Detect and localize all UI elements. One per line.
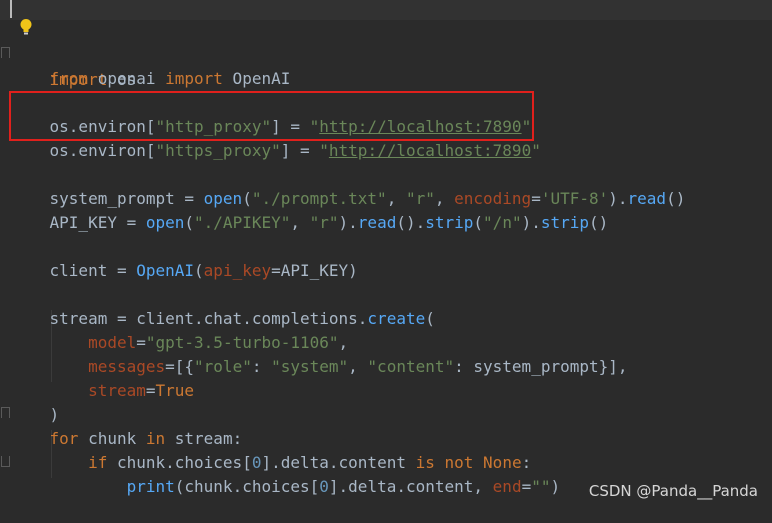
token-method: strip xyxy=(425,213,474,232)
token-plain: ). xyxy=(608,189,628,208)
code-line-17[interactable]: ) xyxy=(11,379,60,424)
token-url-link[interactable]: http://localhost:7890 xyxy=(329,141,531,160)
token-builtin: open xyxy=(145,213,185,232)
token-plain: : system_prompt}], xyxy=(454,357,628,376)
token-plain: ( xyxy=(184,213,195,232)
token-method: create xyxy=(367,309,426,328)
text-caret xyxy=(10,0,12,18)
token-string: " xyxy=(531,141,541,160)
token-plain: = xyxy=(145,381,156,400)
fold-marker[interactable] xyxy=(1,407,10,418)
token-builtin: print xyxy=(126,477,175,496)
code-line-1[interactable]: import os xyxy=(0,0,772,89)
token-parameter: api_key xyxy=(203,261,272,280)
token-plain: , xyxy=(348,357,368,376)
token-parameter: end xyxy=(492,477,522,496)
lightbulb-icon[interactable] xyxy=(19,18,33,36)
token-plain: ( xyxy=(473,213,484,232)
token-string: " xyxy=(319,141,329,160)
token-plain: os.environ[ xyxy=(49,141,156,160)
token-string: "role" xyxy=(194,357,252,376)
token-plain: =API_KEY) xyxy=(271,261,358,280)
token-plain: (chunk.choices[ xyxy=(174,477,320,496)
token-plain: ].delta.content, xyxy=(328,477,493,496)
token-method: read xyxy=(357,213,397,232)
token-keyword: True xyxy=(155,381,195,400)
token-module: openai xyxy=(88,69,166,88)
code-line-16[interactable]: stream=True xyxy=(11,355,194,400)
token-plain: ). xyxy=(521,213,541,232)
token-string: "content" xyxy=(367,357,455,376)
token-method: strip xyxy=(540,213,590,232)
token-string: "" xyxy=(531,477,551,496)
token-string: "r" xyxy=(309,213,339,232)
code-line-3[interactable]: from openai import OpenAI xyxy=(11,43,291,88)
token-plain: API_KEY = xyxy=(49,213,146,232)
code-line-20[interactable]: print(chunk.choices[0].delta.content, en… xyxy=(11,451,561,496)
code-line-18[interactable]: for chunk in stream: xyxy=(11,403,243,448)
token-keyword: from xyxy=(49,69,89,88)
code-line-19[interactable]: if chunk.choices[0].delta.content is not… xyxy=(11,427,531,472)
code-line-8[interactable]: system_prompt = open("./prompt.txt", "r"… xyxy=(11,163,686,208)
annotation-highlight-box xyxy=(9,91,534,141)
fold-marker[interactable] xyxy=(1,456,10,467)
token-plain: ] = xyxy=(280,141,320,160)
token-string: "system" xyxy=(271,357,349,376)
token-method: read xyxy=(627,189,667,208)
token-plain: = xyxy=(521,477,532,496)
token-class: OpenAI xyxy=(222,69,291,88)
token-plain: client = xyxy=(49,261,137,280)
code-line-11[interactable]: client = OpenAI(api_key=API_KEY) xyxy=(11,235,358,280)
code-editor[interactable]: import os from openai import OpenAI os.e… xyxy=(0,0,772,512)
code-line-15[interactable]: messages=[{"role": "system", "content": … xyxy=(11,331,627,376)
token-keyword: import xyxy=(165,69,223,88)
current-line-highlight xyxy=(0,0,772,20)
token-plain: (). xyxy=(396,213,426,232)
token-plain: , xyxy=(290,213,310,232)
token-string: "./APIKEY" xyxy=(194,213,291,232)
code-line-9[interactable]: API_KEY = open("./APIKEY", "r").read().s… xyxy=(11,187,609,232)
token-plain: ). xyxy=(338,213,358,232)
token-plain: ) xyxy=(550,477,561,496)
token-plain: () xyxy=(666,189,686,208)
token-plain: () xyxy=(589,213,609,232)
token-plain: ( xyxy=(194,261,204,280)
token-plain: : xyxy=(251,357,272,376)
token-class-call: OpenAI xyxy=(136,261,195,280)
watermark-text: CSDN @Panda__Panda xyxy=(588,482,758,500)
code-line-14[interactable]: model="gpt-3.5-turbo-1106", xyxy=(11,307,348,352)
token-plain: ( xyxy=(425,309,435,328)
token-string: "https_proxy" xyxy=(155,141,281,160)
token-parameter: stream xyxy=(88,381,146,400)
token-string: "/n" xyxy=(483,213,522,232)
token-number: 0 xyxy=(319,477,329,496)
code-line-13[interactable]: stream = client.chat.completions.create( xyxy=(11,283,435,328)
